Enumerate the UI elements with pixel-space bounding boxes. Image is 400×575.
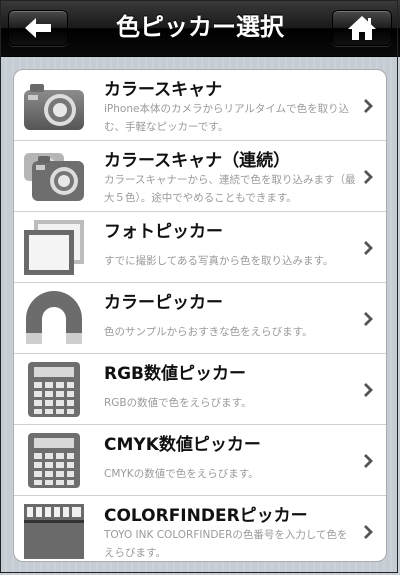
chevron-right-icon	[364, 312, 373, 326]
chevron-right-icon	[364, 525, 373, 539]
chevron-right-icon	[364, 454, 373, 468]
item-description: CMYKの数値で色をえらびます。	[104, 468, 259, 480]
calculator-icon	[28, 433, 80, 488]
chevron-right-icon	[364, 383, 373, 397]
list-item-photo-picker[interactable]: フォトピッカー すでに撮影してある写真から色を取り込みます。	[14, 212, 386, 283]
item-description: TOYO INK COLORFINDERの色番号を入力して色をえらびます。	[104, 529, 348, 559]
chevron-right-icon	[364, 170, 373, 184]
list-item-color-picker[interactable]: カラーピッカー 色のサンプルからおすきな色をえらびます。	[14, 283, 386, 354]
multi-camera-icon	[24, 153, 84, 201]
item-title: カラースキャナ（連続）	[104, 151, 291, 171]
item-description: カラースキャナーから、連続で色を取り込みます（最大５色）。途中でやめることもでき…	[104, 174, 356, 204]
item-description: RGBの数値で色をえらびます。	[104, 397, 252, 409]
chevron-right-icon	[364, 241, 373, 255]
list-item-color-scanner[interactable]: カラースキャナ iPhone本体のカメラからリアルタイムで色を取り込む、手軽なピ…	[14, 70, 386, 141]
item-title: RGB数値ピッカー	[104, 364, 247, 384]
item-description: すでに撮影してある写真から色を取り込みます。	[104, 255, 334, 267]
chevron-right-icon	[364, 99, 373, 113]
item-description: 色のサンプルからおすきな色をえらびます。	[104, 326, 313, 338]
list-item-cmyk-picker[interactable]: CMYK数値ピッカー CMYKの数値で色をえらびます。	[14, 425, 386, 496]
list-item-rgb-picker[interactable]: RGB数値ピッカー RGBの数値で色をえらびます。	[14, 354, 386, 425]
navigation-bar: 色ピッカー選択	[0, 0, 400, 57]
color-chart-icon	[24, 504, 84, 559]
camera-icon	[24, 84, 84, 130]
item-title: フォトピッカー	[104, 222, 223, 242]
calculator-icon	[28, 362, 80, 417]
photo-stack-icon	[24, 220, 84, 275]
list-item-colorfinder-picker[interactable]: COLORFINDERピッカー TOYO INK COLORFINDERの色番号…	[14, 496, 386, 561]
home-button[interactable]	[332, 10, 392, 46]
item-title: カラーピッカー	[104, 293, 223, 313]
picker-list: カラースキャナ iPhone本体のカメラからリアルタイムで色を取り込む、手軽なピ…	[13, 69, 387, 562]
item-description: iPhone本体のカメラからリアルタイムで色を取り込む、手軽なピッカーです。	[104, 103, 350, 133]
item-title: カラースキャナ	[104, 80, 223, 100]
magnet-icon	[26, 291, 82, 344]
item-title: COLORFINDERピッカー	[104, 506, 308, 526]
item-title: CMYK数値ピッカー	[104, 435, 261, 455]
home-icon	[348, 16, 376, 40]
list-item-color-scanner-continuous[interactable]: カラースキャナ（連続） カラースキャナーから、連続で色を取り込みます（最大５色）…	[14, 141, 386, 212]
